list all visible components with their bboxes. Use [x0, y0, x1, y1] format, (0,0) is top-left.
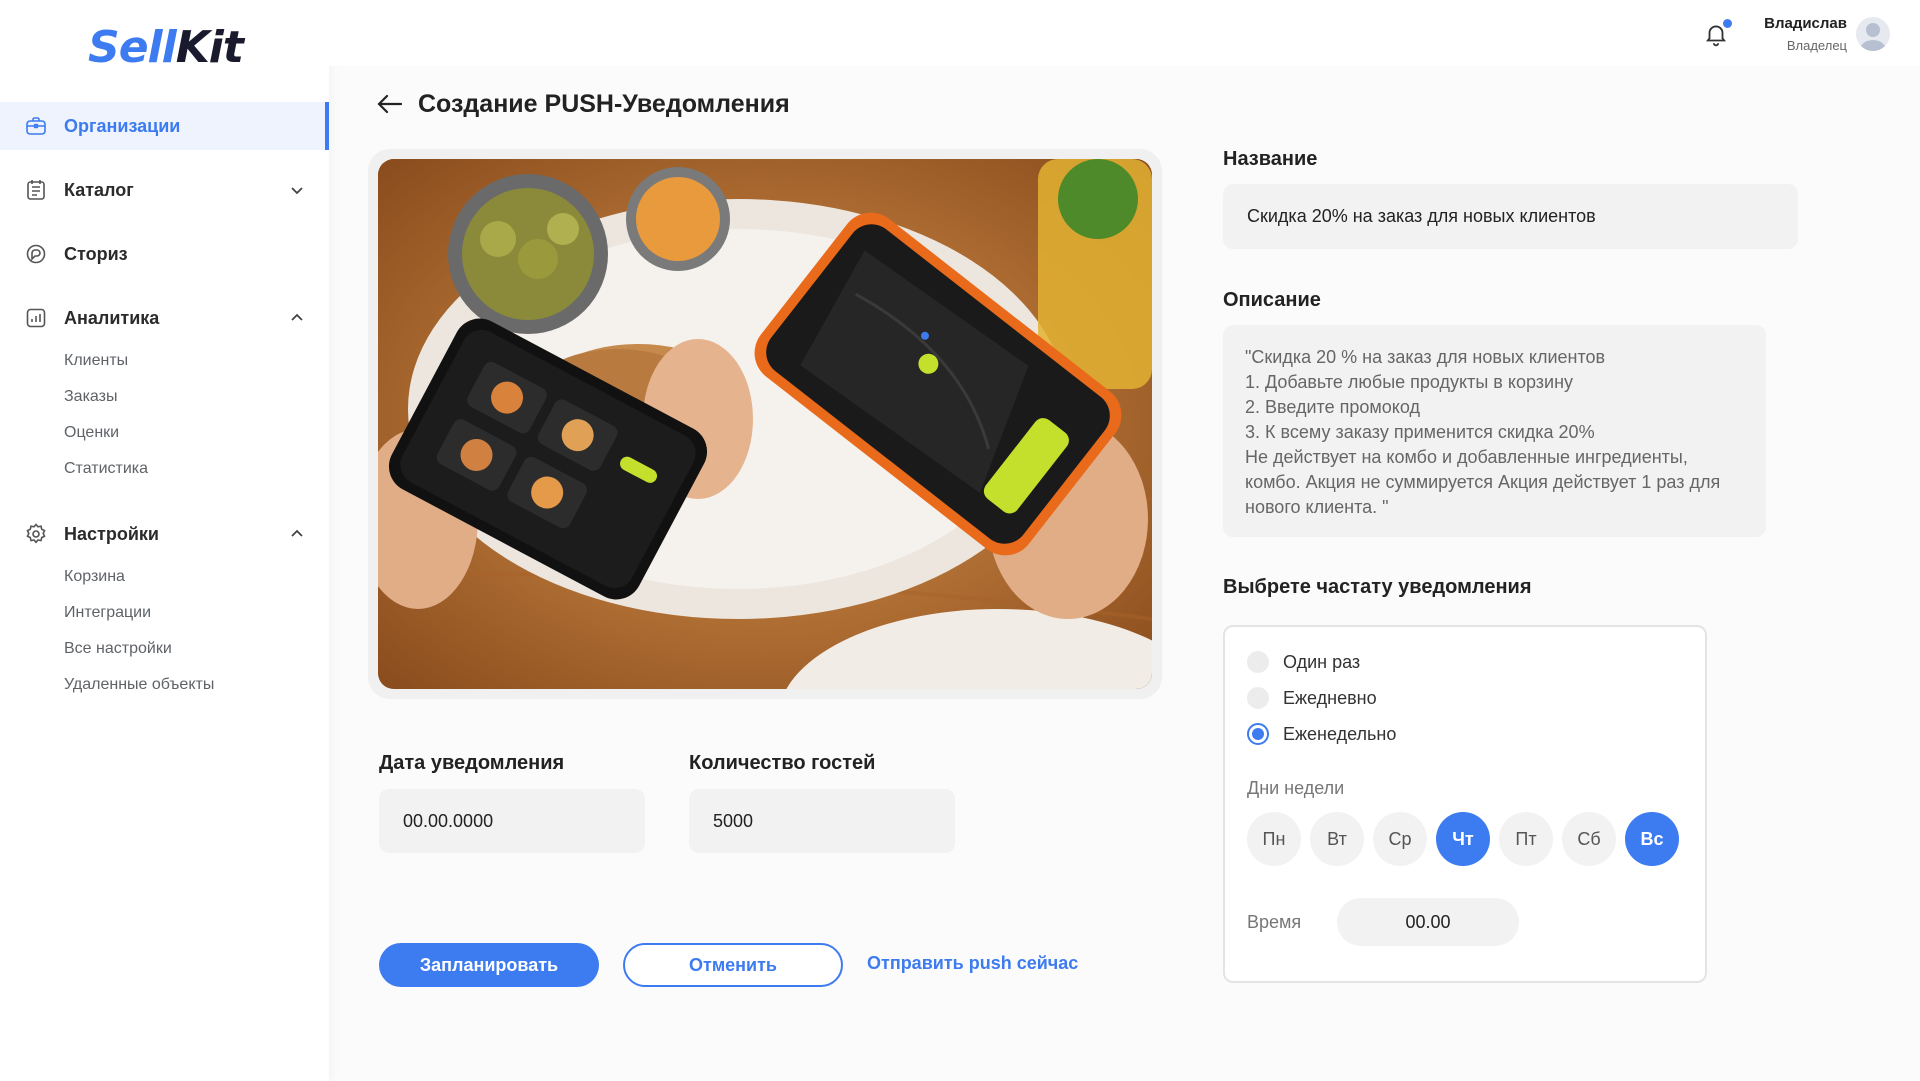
day-mon[interactable]: Пн: [1247, 812, 1301, 866]
description-field[interactable]: "Скидка 20 % на заказ для новых клиентов…: [1223, 325, 1766, 537]
chevron-up-icon[interactable]: [287, 308, 307, 328]
radio-button-checked[interactable]: [1247, 723, 1269, 745]
guests-field[interactable]: 5000: [689, 789, 955, 853]
send-now-link[interactable]: Отправить push сейчас: [867, 953, 1078, 974]
user-name[interactable]: Владислав: [1764, 15, 1847, 32]
analytics-icon: [26, 308, 46, 328]
sidebar-item-stories[interactable]: Сториз: [0, 230, 329, 278]
radio-button[interactable]: [1247, 651, 1269, 673]
sidebar-item-organizations[interactable]: Организации: [0, 102, 329, 150]
sidebar-item-label: Организации: [64, 115, 181, 136]
sidebar-subitem-deleted-objects[interactable]: Удаленные объекты: [64, 676, 214, 694]
date-field[interactable]: 00.00.0000: [379, 789, 645, 853]
push-image-card[interactable]: [368, 149, 1162, 699]
sidebar-subitem-ratings[interactable]: Оценки: [64, 424, 119, 442]
day-sat[interactable]: Сб: [1562, 812, 1616, 866]
day-tue[interactable]: Вт: [1310, 812, 1364, 866]
sidebar-item-analytics[interactable]: Аналитика: [0, 294, 329, 342]
cancel-button[interactable]: Отменить: [623, 943, 843, 987]
schedule-button[interactable]: Запланировать: [379, 943, 599, 987]
sidebar-subitem-cart[interactable]: Корзина: [64, 568, 125, 586]
sidebar-item-settings[interactable]: Настройки: [0, 510, 329, 558]
catalog-icon: [27, 180, 45, 200]
radio-daily[interactable]: Ежедневно: [1247, 686, 1377, 710]
radio-button[interactable]: [1247, 687, 1269, 709]
sidebar-subitem-integrations[interactable]: Интеграции: [64, 604, 151, 622]
radio-weekly[interactable]: Еженедельно: [1247, 722, 1396, 746]
gear-icon: [26, 523, 46, 544]
name-label: Название: [1223, 148, 1318, 170]
back-arrow-icon[interactable]: [376, 92, 404, 116]
avatar[interactable]: [1856, 17, 1890, 51]
logo-part-kit: Kit: [175, 22, 244, 73]
sidebar: SellKit Организации Каталог Сториз Анали…: [0, 0, 329, 1081]
sidebar-item-catalog[interactable]: Каталог: [0, 166, 329, 214]
name-field[interactable]: Скидка 20% на заказ для новых клиентов: [1223, 184, 1798, 249]
sidebar-subitem-statistics[interactable]: Статистика: [64, 460, 148, 478]
push-image: [378, 159, 1152, 689]
food-phones-illustration: [378, 159, 1152, 689]
sidebar-item-label: Каталог: [64, 179, 134, 200]
top-bar: [329, 0, 1920, 66]
radio-label: Один раз: [1283, 651, 1361, 672]
user-avatar-icon: [1860, 23, 1886, 51]
radio-label: Еженедельно: [1283, 723, 1397, 744]
sidebar-subitem-clients[interactable]: Клиенты: [64, 352, 128, 370]
page-title: Создание PUSH-Уведомления: [418, 90, 790, 118]
sidebar-item-label: Настройки: [64, 523, 159, 544]
app-logo[interactable]: SellKit: [88, 22, 244, 73]
user-role: Владелец: [1786, 38, 1847, 53]
sidebar-subitem-orders[interactable]: Заказы: [64, 388, 117, 406]
sidebar-item-label: Аналитика: [64, 307, 160, 328]
time-label: Время: [1247, 912, 1302, 932]
briefcase-icon: [26, 117, 46, 135]
radio-label: Ежедневно: [1283, 687, 1377, 708]
sidebar-subitem-all-settings[interactable]: Все настройки: [64, 640, 172, 658]
logo-part-sell: Sell: [88, 22, 177, 73]
chevron-up-icon[interactable]: [287, 524, 307, 544]
date-label: Дата уведомления: [379, 752, 565, 774]
chevron-down-icon[interactable]: [287, 180, 307, 200]
description-label: Описание: [1223, 289, 1321, 311]
time-field[interactable]: 00.00: [1337, 898, 1519, 946]
days-label: Дни недели: [1247, 778, 1345, 798]
radio-once[interactable]: Один раз: [1247, 650, 1360, 674]
day-thu[interactable]: Чт: [1436, 812, 1490, 866]
day-wed[interactable]: Ср: [1373, 812, 1427, 866]
stories-icon: [26, 244, 46, 264]
sidebar-item-label: Сториз: [64, 243, 128, 264]
notification-dot: [1723, 19, 1732, 28]
day-fri[interactable]: Пт: [1499, 812, 1553, 866]
guests-label: Количество гостей: [689, 752, 876, 774]
frequency-label: Выбрете частату уведомления: [1223, 576, 1532, 598]
frequency-panel: Один раз Ежедневно Еженедельно Дни недел…: [1223, 625, 1707, 983]
day-sun[interactable]: Вс: [1625, 812, 1679, 866]
